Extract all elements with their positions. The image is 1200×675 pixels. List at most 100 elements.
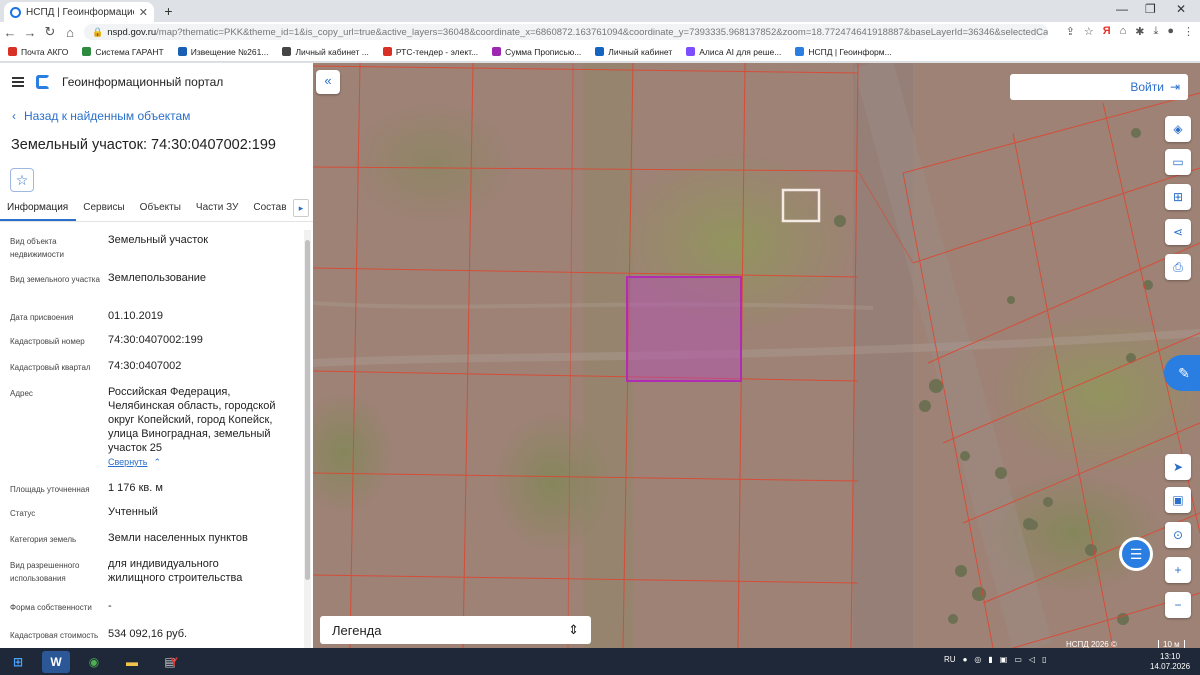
property-row: Вид земельного участка Землепользование bbox=[0, 268, 304, 306]
notifications-tray-icon[interactable]: ▣ bbox=[1000, 655, 1008, 664]
system-clock[interactable]: 13:10 14.07.2026 bbox=[1150, 652, 1190, 672]
start-button[interactable]: ⊞ bbox=[4, 651, 32, 673]
chat-assistant-button[interactable]: ☰ bbox=[1119, 537, 1153, 571]
minimize-button[interactable]: — bbox=[1116, 2, 1128, 16]
address-bar[interactable]: 🔒 nspd.gov.ru /map?thematic=PKK&theme_id… bbox=[84, 24, 1048, 40]
property-value-text: Земли населенных пунктов bbox=[108, 532, 248, 544]
bookmarks-bar: Почта АКГО Система ГАРАНТ Извещение №261..… bbox=[0, 42, 1200, 62]
back-to-results-link[interactable]: ‹ Назад к найденным объектам bbox=[12, 109, 313, 123]
panel-tab[interactable]: Объекты bbox=[133, 196, 189, 221]
taskbar: ⊞ W ◉ ▬ ▤ Y RU ● ◎ ▮ ▣ ▭ ◁ ▯ 13:10 14.07… bbox=[0, 648, 1200, 675]
clock-date: 14.07.2026 bbox=[1150, 662, 1191, 671]
battery-tray-icon[interactable]: ▯ bbox=[1042, 655, 1046, 664]
favorite-star-button[interactable]: ☆ bbox=[10, 168, 34, 192]
close-tab-icon[interactable]: ✕ bbox=[139, 6, 148, 19]
legend-dropdown[interactable]: Легенда ⇕ bbox=[320, 616, 591, 644]
login-button[interactable]: Войти ⇥ bbox=[1010, 74, 1188, 100]
layers-button[interactable]: ◈ bbox=[1165, 116, 1191, 142]
menu-icon[interactable]: ⋮ bbox=[1183, 25, 1194, 38]
browser-tab[interactable]: НСПД | Геоинформационный п ✕ bbox=[4, 2, 154, 22]
locate-button[interactable]: ⊙ bbox=[1165, 522, 1191, 548]
site-info-icon[interactable]: 🔒 bbox=[92, 27, 103, 38]
property-value-text: Землепользование bbox=[108, 272, 207, 284]
legend-label: Легенда bbox=[332, 622, 382, 638]
chevron-updown-icon: ⇕ bbox=[568, 622, 579, 637]
panel-tab[interactable]: Информация bbox=[0, 196, 77, 221]
property-value: Земли населенных пунктов bbox=[108, 528, 278, 554]
collapse-panel-button[interactable]: « bbox=[316, 70, 340, 94]
volume-tray-icon[interactable]: ◁ bbox=[1029, 655, 1035, 664]
collapse-address-link[interactable]: Свернуть ⌃ bbox=[108, 455, 278, 469]
minimap-button[interactable]: ▣ bbox=[1165, 487, 1191, 513]
property-value: 74:30:0407002 bbox=[108, 356, 278, 382]
file-explorer-taskbar-icon[interactable]: ▬ bbox=[118, 651, 146, 673]
download-icon[interactable]: ⤓ bbox=[1153, 25, 1158, 38]
tab-title: НСПД | Геоинформационный п bbox=[26, 6, 134, 18]
property-value-text: 74:30:0407002 bbox=[108, 360, 182, 372]
tabs-scroll-right-button[interactable]: ▸ bbox=[293, 199, 309, 217]
share-icon[interactable]: ⇪ bbox=[1066, 25, 1075, 38]
bookmark-item[interactable]: Почта АКГО bbox=[8, 47, 68, 57]
panel-scrollbar-thumb[interactable] bbox=[305, 240, 310, 580]
zoom-out-button[interactable]: − bbox=[1165, 592, 1191, 618]
bookmark-item[interactable]: Личный кабинет bbox=[595, 47, 672, 57]
scale-bar: 10 м bbox=[1158, 640, 1185, 648]
close-window-button[interactable]: ✕ bbox=[1176, 2, 1186, 16]
measure-button[interactable]: ▭ bbox=[1165, 149, 1191, 175]
share-map-button[interactable]: ⋖ bbox=[1165, 219, 1191, 245]
bookmark-label: НСПД | Геоинформ... bbox=[808, 46, 892, 57]
display-tray-icon[interactable]: ▭ bbox=[1014, 655, 1022, 664]
bookmark-item[interactable]: РТС-тендер - элект... bbox=[382, 47, 478, 57]
bookmark-item[interactable]: Личный кабинет ... bbox=[282, 47, 369, 57]
system-tray: RU ● ◎ ▮ ▣ ▭ ◁ ▯ bbox=[944, 655, 1046, 664]
back-button[interactable]: ← bbox=[0, 25, 20, 40]
url-path: /map?thematic=PKK&theme_id=1&is_copy_url… bbox=[156, 26, 1048, 38]
selected-parcel-highlight[interactable] bbox=[626, 276, 742, 382]
panel-tab[interactable]: Сервисы bbox=[76, 196, 132, 221]
bookmark-item[interactable]: Система ГАРАНТ bbox=[82, 47, 164, 57]
update-tray-icon[interactable]: ◎ bbox=[974, 655, 981, 664]
bookmark-star-icon[interactable]: ☆ bbox=[1084, 25, 1094, 38]
security-tray-icon[interactable]: ● bbox=[963, 655, 968, 664]
reload-button[interactable]: ↻ bbox=[40, 24, 60, 40]
select-area-button[interactable]: ⊞ bbox=[1165, 184, 1191, 210]
chrome-taskbar-icon[interactable]: ◉ bbox=[80, 651, 108, 673]
yandex-extension-icon[interactable]: Я bbox=[1103, 25, 1111, 38]
property-label: Площадь уточненная bbox=[10, 485, 90, 494]
panel-scrollbar[interactable] bbox=[304, 230, 311, 648]
map-view[interactable]: « Войти ⇥ ◈ ▭ ⊞ ⋖ ⎙ ✎ ➤ ▣ ⊙ + − ☰ Легенд… bbox=[313, 63, 1200, 648]
hamburger-menu-icon[interactable] bbox=[12, 77, 24, 87]
bookmark-favicon-icon bbox=[795, 47, 805, 56]
yandex-browser-taskbar-icon[interactable]: Y bbox=[160, 651, 188, 673]
navigate-button[interactable]: ➤ bbox=[1165, 454, 1191, 480]
panel-tab[interactable]: Части ЗУ bbox=[189, 196, 246, 221]
bookmark-item[interactable]: Сумма Прописью... bbox=[492, 47, 581, 57]
nspd-favicon-icon bbox=[10, 6, 21, 18]
maximize-button[interactable]: ❐ bbox=[1145, 2, 1156, 16]
property-row: Статус Учтенный bbox=[0, 502, 304, 528]
word-taskbar-icon[interactable]: W bbox=[42, 651, 70, 673]
bookmark-item[interactable]: НСПД | Геоинформ... bbox=[795, 46, 892, 57]
bookmark-item[interactable]: Извещение №261... bbox=[177, 47, 268, 57]
language-indicator[interactable]: RU bbox=[944, 655, 956, 664]
property-value: 01.10.2019 bbox=[108, 306, 278, 330]
property-row: Вид объекта недвижимости Земельный участо… bbox=[0, 230, 304, 268]
profile-icon[interactable]: ● bbox=[1167, 25, 1174, 38]
property-value: 534 092,16 руб. bbox=[108, 624, 278, 648]
panel-tab[interactable]: Состав bbox=[246, 196, 294, 221]
extension-icon[interactable]: ⌂ bbox=[1120, 25, 1127, 38]
forward-button[interactable]: → bbox=[20, 25, 40, 40]
chevron-left-icon: ‹ bbox=[12, 109, 16, 123]
feedback-side-tab[interactable]: ✎ bbox=[1164, 355, 1200, 391]
print-button[interactable]: ⎙ bbox=[1165, 254, 1191, 280]
puzzle-icon[interactable]: ✱ bbox=[1135, 25, 1144, 38]
bookmark-label: Сумма Прописью... bbox=[505, 46, 582, 57]
bookmark-favicon-icon bbox=[282, 47, 292, 56]
bookmark-item[interactable]: Алиса AI для реше... bbox=[686, 47, 781, 57]
zoom-in-button[interactable]: + bbox=[1165, 557, 1191, 583]
home-button[interactable]: ⌂ bbox=[60, 25, 80, 40]
property-label: Вид разрешенного использования bbox=[10, 561, 80, 583]
browser-tabstrip: НСПД | Геоинформационный п ✕ + — ❐ ✕ bbox=[0, 0, 1200, 22]
network-tray-icon[interactable]: ▮ bbox=[988, 655, 992, 664]
new-tab-button[interactable]: + bbox=[160, 3, 177, 20]
